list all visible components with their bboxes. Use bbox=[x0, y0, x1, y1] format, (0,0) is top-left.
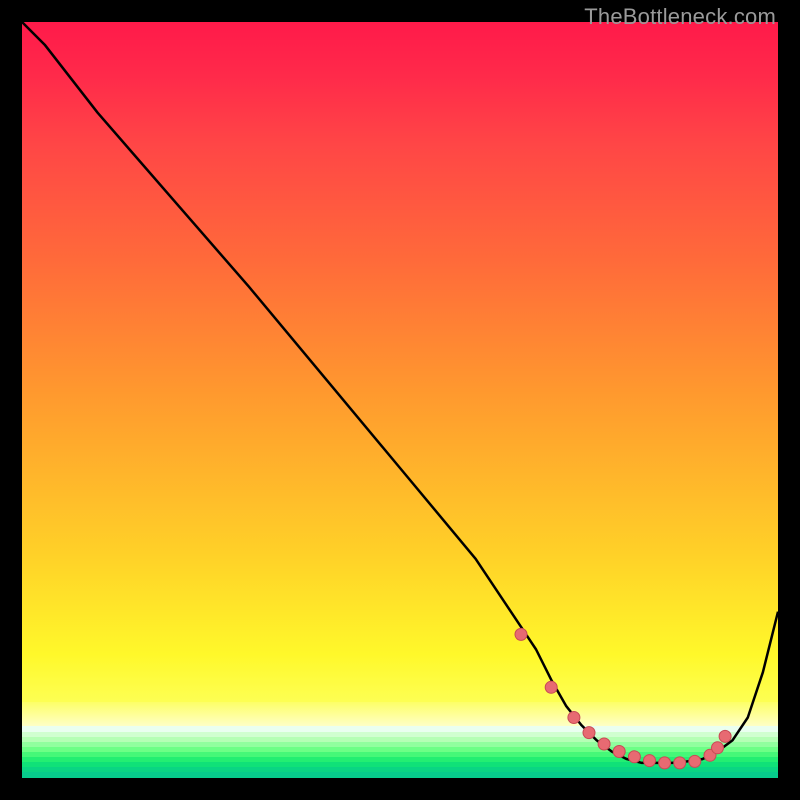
plot-area bbox=[22, 22, 778, 778]
frame-bottom bbox=[0, 778, 800, 800]
watermark-text: TheBottleneck.com bbox=[584, 4, 776, 30]
frame-right bbox=[778, 0, 800, 800]
green-stripe-group bbox=[22, 726, 778, 778]
thermal-gradient bbox=[22, 22, 778, 702]
frame-left bbox=[0, 0, 22, 800]
pale-yellow-band bbox=[22, 702, 778, 726]
chart-container: TheBottleneck.com bbox=[0, 0, 800, 800]
